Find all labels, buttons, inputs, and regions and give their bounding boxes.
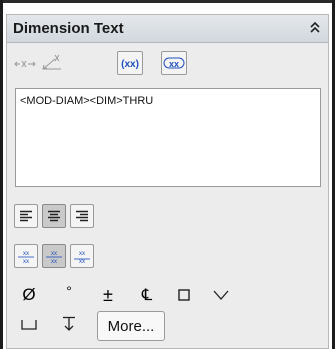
aligned-dimension-icon[interactable] xyxy=(41,50,65,74)
depth-icon[interactable] xyxy=(57,312,81,336)
counterbore-icon[interactable] xyxy=(17,313,41,337)
svg-text:xx: xx xyxy=(51,251,57,257)
window-frame-left xyxy=(0,0,3,349)
dimension-text-panel: Dimension Text (xx) xx <MOD-DIAM><DIM>TH… xyxy=(6,14,329,349)
svg-text:xx: xx xyxy=(23,259,29,264)
svg-text:xx: xx xyxy=(79,259,85,264)
basic-dimension-button[interactable]: xx xyxy=(161,51,187,75)
double-chevron-up-icon[interactable] xyxy=(306,19,324,37)
centerline-icon[interactable]: ℄ xyxy=(135,283,159,307)
panel-header[interactable]: Dimension Text xyxy=(7,15,328,43)
dimension-text-field[interactable]: <MOD-DIAM><DIM>THRU xyxy=(15,88,321,187)
svg-text:(xx): (xx) xyxy=(121,59,139,70)
parentheses-button[interactable]: (xx) xyxy=(117,51,143,75)
align-center-icon[interactable] xyxy=(42,204,66,228)
svg-text:xx: xx xyxy=(169,59,179,69)
plus-minus-icon[interactable]: ± xyxy=(96,283,120,307)
diameter-icon[interactable]: Ø xyxy=(17,283,41,307)
degree-icon[interactable]: ° xyxy=(57,279,81,303)
square-icon[interactable] xyxy=(172,283,196,307)
horizontal-dimension-icon[interactable] xyxy=(13,52,37,76)
align-left-icon[interactable] xyxy=(14,204,38,228)
more-button[interactable]: More... xyxy=(97,311,165,341)
text-above-dimension-icon[interactable]: xx xx xyxy=(14,244,38,268)
svg-text:xx: xx xyxy=(23,251,29,257)
panel-title: Dimension Text xyxy=(13,20,124,37)
text-below-dimension-icon[interactable]: xx xx xyxy=(70,244,94,268)
text-inline-dimension-icon[interactable]: xx xx xyxy=(42,244,66,268)
svg-text:xx: xx xyxy=(51,259,57,264)
countersink-icon[interactable] xyxy=(209,283,233,307)
align-right-icon[interactable] xyxy=(70,204,94,228)
svg-text:xx: xx xyxy=(79,251,85,257)
window-frame-top xyxy=(0,0,335,3)
dimension-text-value: <MOD-DIAM><DIM>THRU xyxy=(20,95,154,107)
